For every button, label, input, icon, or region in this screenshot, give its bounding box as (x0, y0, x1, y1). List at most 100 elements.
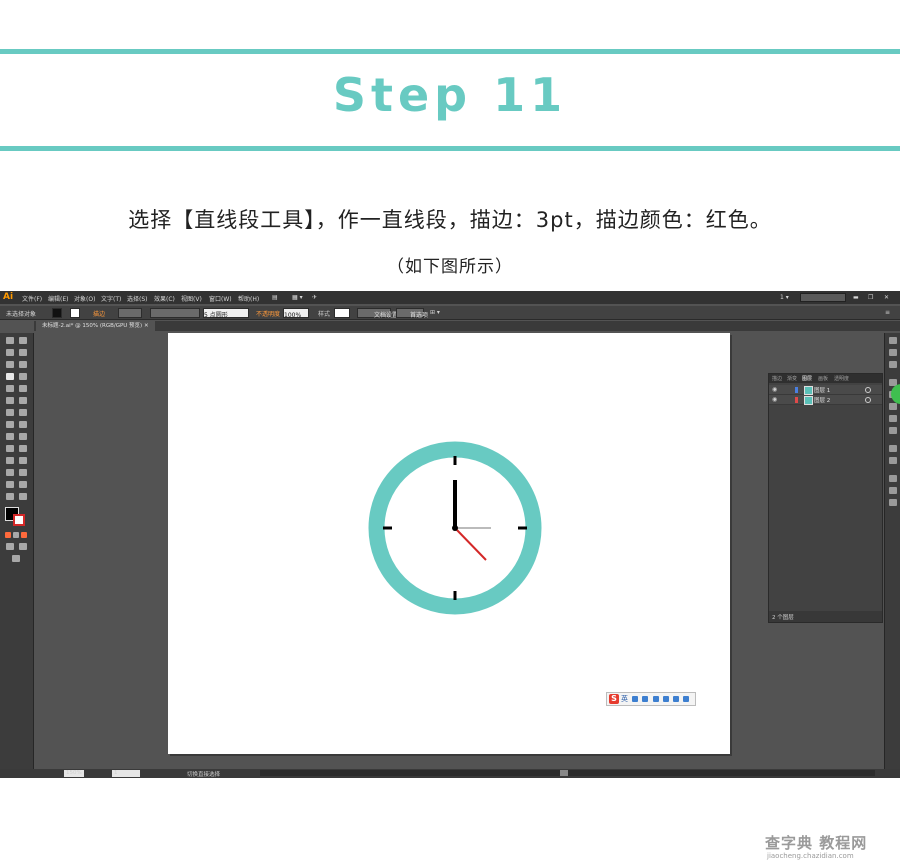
free-transform-tool-icon[interactable] (19, 421, 27, 428)
pathfinder-panel-icon[interactable] (889, 499, 897, 506)
stroke-label[interactable]: 描边 (93, 309, 105, 318)
menu-view[interactable]: 视图(V) (181, 294, 202, 303)
minimize-button[interactable]: ▬ (853, 294, 859, 301)
wrench-icon[interactable] (683, 696, 689, 702)
menu-edit[interactable]: 编辑(E) (48, 294, 68, 303)
style-swatch[interactable] (334, 308, 350, 318)
artboard-tool-icon[interactable] (6, 481, 14, 488)
fill-swatch[interactable] (52, 308, 62, 318)
voice-icon[interactable] (663, 696, 669, 702)
panel-menu-icon[interactable]: ≡ (885, 309, 890, 316)
transform-panel-icon[interactable] (889, 487, 897, 494)
magic-wand-tool-icon[interactable] (6, 349, 14, 356)
tab-stroke[interactable]: 描边 (772, 375, 782, 382)
rotate-tool-icon[interactable] (6, 409, 14, 416)
sync-icon[interactable]: ✈ (312, 294, 317, 301)
blend-tool-icon[interactable] (19, 457, 27, 464)
eyedropper-tool-icon[interactable] (6, 457, 14, 464)
menu-effect[interactable]: 效果(C) (154, 294, 175, 303)
target-circle-icon[interactable] (865, 397, 871, 403)
layer-name[interactable]: 图层 2 (814, 396, 830, 404)
color-panel-icon[interactable] (889, 337, 897, 344)
target-circle-icon[interactable] (865, 387, 871, 393)
search-input[interactable] (800, 293, 846, 302)
brush-field[interactable]: 5 点圆形 (203, 308, 249, 319)
ime-language[interactable]: 英 (621, 694, 628, 704)
direct-selection-tool-icon[interactable] (19, 337, 27, 344)
eraser-tool-icon[interactable] (19, 397, 27, 404)
width-tool-icon[interactable] (6, 421, 14, 428)
ime-toolbar[interactable]: S 英 (606, 692, 696, 706)
tab-transparency[interactable]: 透明度 (834, 375, 849, 382)
layer-row[interactable]: ◉ 图层 1 (769, 385, 882, 395)
slice-tool-icon[interactable] (19, 481, 27, 488)
skin-icon[interactable] (673, 696, 679, 702)
artboard-number-field[interactable]: 1 (112, 770, 140, 777)
blob-brush-tool-icon[interactable] (6, 397, 14, 404)
punctuation-icon[interactable] (642, 696, 648, 702)
paintbrush-tool-icon[interactable] (6, 385, 14, 392)
horizontal-scrollbar[interactable] (260, 770, 875, 776)
stroke-weight-field[interactable] (118, 308, 142, 318)
line-segment-tool-icon[interactable] (6, 373, 14, 380)
arrange-icon[interactable]: ▦ ▾ (292, 294, 303, 301)
layers-panel-icon[interactable] (889, 445, 897, 452)
mesh-tool-icon[interactable] (6, 445, 14, 452)
none-mode-icon[interactable] (21, 532, 27, 538)
document-tab[interactable]: 未标题-2.ai* @ 150% (RGB/GPU 预览) ✕ (36, 321, 155, 331)
document-setup-button[interactable]: 文档设置 (357, 308, 398, 319)
change-screen-mode-icon[interactable] (12, 555, 20, 562)
perspective-grid-tool-icon[interactable] (19, 433, 27, 440)
tab-gradient[interactable]: 渐变 (787, 375, 797, 382)
symbol-sprayer-tool-icon[interactable] (6, 469, 14, 476)
selection-tool-icon[interactable] (6, 337, 14, 344)
menu-type[interactable]: 文字(T) (101, 294, 121, 303)
ellipse-tool-icon[interactable] (19, 373, 27, 380)
tab-artboards[interactable]: 画板 (818, 375, 828, 382)
variable-width-field[interactable] (150, 308, 200, 318)
gradient-mode-icon[interactable] (13, 532, 19, 538)
opacity-label[interactable]: 不透明度 (256, 309, 280, 318)
sogou-icon[interactable]: S (609, 694, 619, 704)
stroke-swatch[interactable] (70, 308, 80, 318)
screen-mode-icon[interactable] (19, 543, 27, 550)
opacity-field[interactable]: 100% (283, 308, 309, 319)
menu-select[interactable]: 选择(S) (127, 294, 148, 303)
scale-tool-icon[interactable] (19, 409, 27, 416)
artboard[interactable]: S 英 (168, 333, 730, 754)
zoom-field[interactable]: 150% (64, 770, 84, 777)
layer-name[interactable]: 图层 1 (814, 386, 830, 394)
menu-file[interactable]: 文件(F) (22, 294, 42, 303)
transparency-panel-icon[interactable] (889, 403, 897, 410)
workspace-switcher[interactable]: 1 ▾ (780, 294, 789, 301)
visibility-eye-icon[interactable]: ◉ (772, 396, 777, 403)
appearance-panel-icon[interactable] (889, 415, 897, 422)
tab-layers[interactable]: 图层 (802, 375, 812, 382)
keyboard-icon[interactable] (653, 696, 659, 702)
lasso-tool-icon[interactable] (19, 349, 27, 356)
color-mode-icon[interactable] (5, 532, 11, 538)
type-tool-icon[interactable] (19, 361, 27, 368)
color-guide-icon[interactable] (889, 349, 897, 356)
scrollbar-thumb[interactable] (560, 770, 568, 776)
close-button[interactable]: ✕ (884, 294, 889, 301)
arrange-docs-icon[interactable]: ⊞ ▾ (430, 309, 440, 316)
menu-help[interactable]: 帮助(H) (238, 294, 259, 303)
menu-object[interactable]: 对象(O) (74, 294, 95, 303)
hand-tool-icon[interactable] (6, 493, 14, 500)
bridge-icon[interactable]: ▤ (272, 294, 278, 301)
pen-tool-icon[interactable] (6, 361, 14, 368)
artboards-panel-icon[interactable] (889, 457, 897, 464)
stroke-color-box[interactable] (13, 514, 25, 526)
restore-button[interactable]: ❐ (868, 294, 873, 301)
gradient-tool-icon[interactable] (19, 445, 27, 452)
column-graph-tool-icon[interactable] (19, 469, 27, 476)
moon-icon[interactable] (632, 696, 638, 702)
zoom-tool-icon[interactable] (19, 493, 27, 500)
swatches-icon[interactable] (889, 361, 897, 368)
draw-mode-icon[interactable] (6, 543, 14, 550)
graphic-styles-icon[interactable] (889, 427, 897, 434)
menu-window[interactable]: 窗口(W) (209, 294, 232, 303)
pencil-tool-icon[interactable] (19, 385, 27, 392)
layer-row[interactable]: ◉ 图层 2 (769, 395, 882, 405)
